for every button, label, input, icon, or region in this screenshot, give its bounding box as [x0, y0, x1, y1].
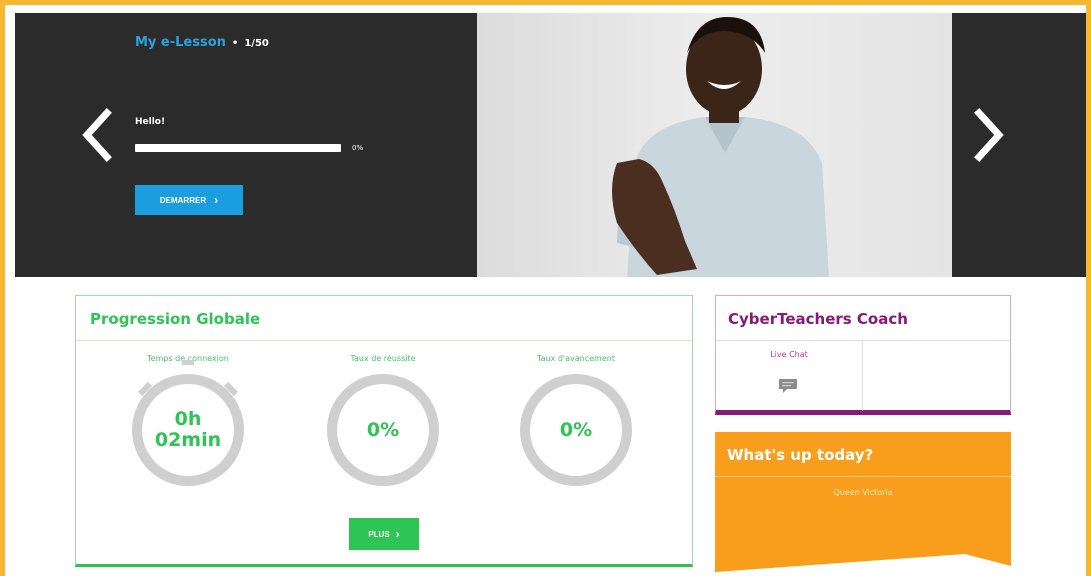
lesson-name: Hello!	[135, 117, 166, 127]
success-rate-ring: 0%	[327, 374, 439, 486]
lesson-heading: My e-Lesson • 1/50	[135, 35, 269, 50]
lesson-counter: 1/50	[244, 38, 269, 49]
start-button[interactable]: DEMARRER ›	[135, 185, 243, 215]
chevron-right-icon: ›	[395, 527, 400, 541]
coach-card: CyberTeachers Coach Live Chat	[715, 295, 1011, 415]
divider	[76, 340, 692, 341]
whats-up-card: What's up today? Queen Victoria	[715, 432, 1011, 576]
start-button-label: DEMARRER	[159, 195, 207, 205]
lesson-panel: My e-Lesson • 1/50 Hello! 0% DEMARRER ›	[15, 13, 477, 277]
next-lesson-button[interactable]	[969, 105, 1009, 165]
chat-bubble-icon[interactable]	[778, 378, 798, 394]
divider	[716, 340, 1010, 341]
lesson-photo	[477, 13, 952, 277]
global-progress-title: Progression Globale	[90, 310, 261, 328]
lesson-title[interactable]: My e-Lesson	[135, 35, 226, 50]
whats-up-title: What's up today?	[727, 446, 874, 464]
more-button[interactable]: PLUS ›	[349, 518, 419, 550]
chevron-right-icon	[974, 108, 1004, 162]
page-frame: My e-Lesson • 1/50 Hello! 0% DEMARRER ›	[0, 0, 1091, 576]
completion-rate-ring: 0%	[520, 374, 632, 486]
title-separator: •	[231, 38, 239, 49]
live-chat-link[interactable]: Live Chat	[716, 350, 862, 359]
lesson-progress-label: 0%	[352, 144, 364, 152]
success-rate-number: 0%	[366, 418, 400, 441]
connection-time-value: 0h 02min	[132, 374, 244, 486]
stopwatch-ring: 0h 02min	[132, 360, 244, 486]
more-button-label: PLUS	[368, 529, 390, 539]
divider	[862, 340, 863, 411]
completion-rate-label: Taux d'avancement	[537, 354, 615, 363]
connection-time-stat: Temps de connexion 0h 02min	[118, 354, 258, 486]
completion-rate-stat: Taux d'avancement 0%	[506, 354, 646, 486]
whats-up-item[interactable]: Queen Victoria	[715, 488, 1011, 497]
success-rate-label: Taux de réussite	[350, 354, 416, 363]
global-progress-card: Progression Globale Temps de connexion 0…	[75, 295, 693, 567]
man-handshake-image	[612, 17, 829, 277]
success-rate-value: 0%	[327, 374, 439, 486]
coach-title: CyberTeachers Coach	[728, 310, 908, 328]
chevron-left-icon	[82, 108, 112, 162]
completion-rate-number: 0%	[559, 418, 593, 441]
connection-minutes: 02min	[154, 429, 222, 451]
divider	[715, 476, 1011, 477]
prev-lesson-button[interactable]	[77, 105, 117, 165]
lesson-hero: My e-Lesson • 1/50 Hello! 0% DEMARRER ›	[15, 13, 1086, 277]
lesson-progress-bar	[135, 144, 341, 152]
connection-hours: 0h	[174, 408, 202, 431]
success-rate-stat: Taux de réussite 0%	[313, 354, 453, 486]
completion-rate-value: 0%	[520, 374, 632, 486]
chevron-right-icon: ›	[214, 193, 219, 207]
